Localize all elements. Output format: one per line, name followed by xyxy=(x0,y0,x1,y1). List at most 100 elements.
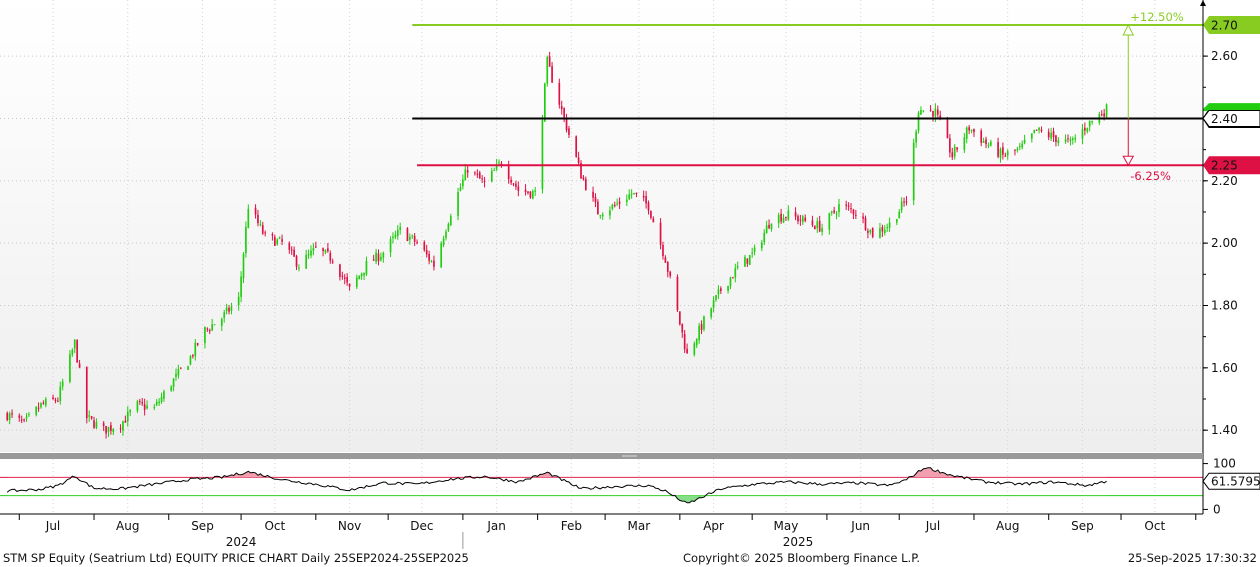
candle-body xyxy=(483,180,486,182)
candle-body xyxy=(242,254,245,279)
candle-body xyxy=(558,82,561,105)
candle-body xyxy=(71,349,74,355)
candle-body xyxy=(736,266,739,268)
candle-body xyxy=(1004,155,1007,157)
candle-body xyxy=(1091,120,1093,123)
candle-body xyxy=(408,236,411,240)
candle-body xyxy=(850,208,852,210)
candle-body xyxy=(915,131,917,143)
candle-body xyxy=(37,407,40,409)
candle-body xyxy=(95,422,98,428)
candle-body xyxy=(1086,128,1089,132)
candle-body xyxy=(40,402,42,408)
candle-body xyxy=(1018,146,1021,148)
candle-body xyxy=(732,277,734,279)
x-month-label: May xyxy=(774,519,799,533)
candle-body xyxy=(801,216,804,223)
candle-body xyxy=(936,109,939,115)
candle-body xyxy=(44,398,47,406)
candle-body xyxy=(613,205,616,207)
candle-body xyxy=(719,288,722,291)
candle-body xyxy=(753,247,756,252)
candle-body xyxy=(985,139,987,145)
candle-body xyxy=(85,367,88,419)
candle-body xyxy=(375,252,377,262)
candle-body xyxy=(312,248,315,251)
candle-body xyxy=(346,277,349,283)
candle-body xyxy=(546,57,549,84)
candle-body xyxy=(194,342,197,357)
candle-body xyxy=(584,178,587,190)
candle-body xyxy=(6,413,9,421)
candle-body xyxy=(481,178,484,180)
candle-body xyxy=(869,229,872,233)
candle-body xyxy=(52,397,54,399)
candle-body xyxy=(112,429,115,432)
candle-body xyxy=(650,210,652,218)
candle xyxy=(946,116,949,139)
down-percent-label: -6.25% xyxy=(1130,169,1171,183)
candle-body xyxy=(575,136,578,157)
candle-body xyxy=(609,210,611,216)
candle-body xyxy=(430,261,433,263)
candle-body xyxy=(871,227,874,237)
candle-body xyxy=(18,415,21,418)
candle-body xyxy=(929,109,932,111)
candle-body xyxy=(717,289,720,295)
candle-body xyxy=(254,207,257,215)
candle-body xyxy=(204,327,206,344)
candle-body xyxy=(1023,139,1026,144)
candle-body xyxy=(372,259,375,261)
candle-body xyxy=(517,186,520,191)
candle-body xyxy=(524,189,527,192)
candle-body xyxy=(898,211,901,219)
candle-body xyxy=(862,216,864,219)
candle-body xyxy=(799,219,802,221)
candle-body xyxy=(647,202,650,211)
candle xyxy=(406,227,409,242)
candle-body xyxy=(683,334,686,350)
candle-body xyxy=(88,415,91,417)
candle-body xyxy=(727,285,729,291)
candle-body xyxy=(466,170,469,173)
candle-body xyxy=(838,203,840,213)
candle-body xyxy=(172,378,175,387)
candle-body xyxy=(1002,147,1004,155)
candle-body xyxy=(854,214,857,216)
candle-body xyxy=(881,226,884,232)
candle-body xyxy=(544,83,546,122)
rsi-y-tick-label: 100 xyxy=(1213,457,1236,471)
candle-body xyxy=(751,252,754,254)
candle-body xyxy=(1103,113,1106,117)
candle-body xyxy=(445,231,447,238)
candle-body xyxy=(811,220,814,226)
candle xyxy=(912,138,915,206)
candle-body xyxy=(211,324,213,331)
candle-body xyxy=(273,236,276,246)
candle-body xyxy=(980,130,983,143)
candle-body xyxy=(560,106,563,110)
candle-body xyxy=(382,252,385,258)
panel-divider[interactable] xyxy=(0,453,1203,459)
x-month-label: Sep xyxy=(191,519,214,533)
candle-body xyxy=(196,343,199,345)
up-percent-label: +12.50% xyxy=(1130,10,1184,24)
candle xyxy=(871,227,874,239)
candle-body xyxy=(305,254,308,269)
candle xyxy=(703,315,705,332)
candle-body xyxy=(105,426,107,434)
candle-body xyxy=(307,253,310,256)
candle xyxy=(1105,103,1108,119)
candle-body xyxy=(645,196,647,204)
candle-body xyxy=(54,399,57,401)
level-tag-label: 2.40 xyxy=(1211,112,1238,126)
candle-body xyxy=(474,172,476,174)
candle-body xyxy=(146,405,148,409)
candle-body xyxy=(76,340,78,363)
candle-body xyxy=(782,217,785,223)
candle-body xyxy=(416,242,418,244)
candle xyxy=(76,339,78,363)
candle-body xyxy=(365,260,368,275)
candle-body xyxy=(768,224,770,229)
candle-body xyxy=(816,221,819,229)
